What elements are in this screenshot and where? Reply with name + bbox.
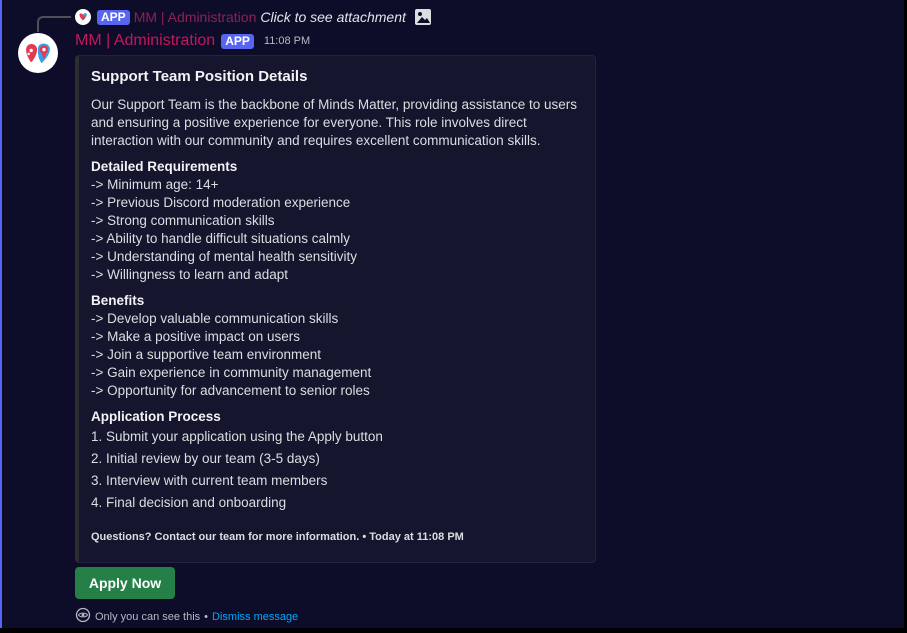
field-application-process: Application Process 1. Submit your appli…	[91, 408, 581, 514]
field-benefits: Benefits -> Develop valuable communicati…	[91, 292, 581, 400]
reply-text[interactable]: Click to see attachment	[260, 9, 406, 25]
image-icon	[414, 8, 432, 26]
ephemeral-notice: Only you can see this • Dismiss message	[75, 607, 298, 626]
field-line: -> Develop valuable communication skills	[91, 311, 339, 326]
field-line: -> Strong communication skills	[91, 213, 275, 228]
reply-avatar	[75, 9, 91, 25]
field-name: Detailed Requirements	[91, 159, 238, 174]
app-badge: APP	[221, 33, 254, 49]
chat-area: APP MM | Administration Click to see att…	[0, 0, 904, 628]
field-line: -> Opportunity for advancement to senior…	[91, 383, 370, 398]
ephemeral-text: Only you can see this	[95, 610, 201, 623]
field-line: 1. Submit your application using the App…	[91, 429, 383, 444]
separator: •	[204, 610, 209, 623]
field-line: 4. Final decision and onboarding	[91, 495, 287, 510]
message-header: MM | Administration APP 11:08 PM	[75, 32, 310, 50]
field-line: -> Make a positive impact on users	[91, 329, 300, 344]
reply-preview[interactable]: APP MM | Administration Click to see att…	[75, 8, 432, 26]
field-line: 3. Interview with current team members	[91, 473, 328, 488]
avatar[interactable]	[18, 33, 58, 73]
embed-content: Support Team Position Details Our Suppor…	[91, 68, 581, 514]
field-line: -> Previous Discord moderation experienc…	[91, 195, 351, 210]
timestamp: 11:08 PM	[263, 35, 311, 47]
author-name[interactable]: MM | Administration	[75, 32, 215, 50]
dismiss-message-link[interactable]: Dismiss message	[212, 611, 298, 623]
reply-app-badge: APP	[97, 9, 130, 25]
field-name: Application Process	[91, 409, 221, 424]
eye-icon	[75, 607, 91, 626]
embed-footer: Questions? Contact our team for more inf…	[91, 531, 464, 543]
field-line: -> Understanding of mental health sensit…	[91, 249, 358, 264]
embed-title: Support Team Position Details	[91, 68, 308, 85]
field-name: Benefits	[91, 293, 145, 308]
embed: Support Team Position Details Our Suppor…	[75, 55, 596, 563]
field-line: -> Minimum age: 14+	[91, 177, 219, 192]
field-line: -> Join a supportive team environment	[91, 347, 321, 362]
field-requirements: Detailed Requirements -> Minimum age: 14…	[91, 158, 581, 284]
field-line: -> Gain experience in community manageme…	[91, 365, 372, 380]
field-line: -> Ability to handle difficult situation…	[91, 231, 351, 246]
reply-spine	[37, 16, 71, 32]
field-line: -> Willingness to learn and adapt	[91, 267, 288, 282]
reply-author[interactable]: MM | Administration	[134, 9, 257, 25]
embed-description: Our Support Team is the backbone of Mind…	[91, 97, 577, 148]
field-line: 2. Initial review by our team (3-5 days)	[91, 451, 320, 466]
apply-now-button[interactable]: Apply Now	[75, 567, 175, 599]
